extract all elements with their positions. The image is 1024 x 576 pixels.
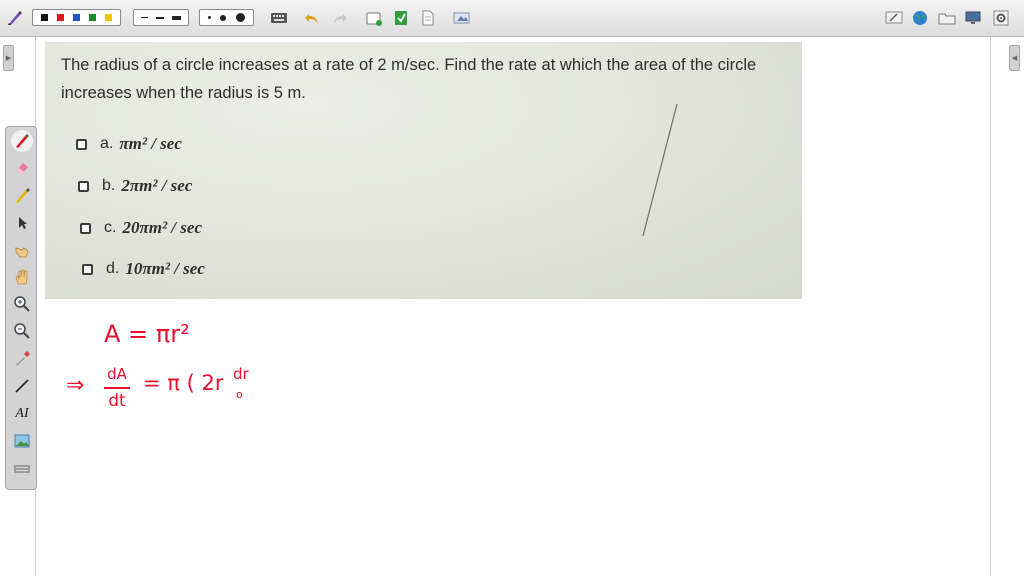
pen-mark-on-photo	[642, 103, 678, 237]
color-blue-swatch[interactable]	[72, 14, 80, 21]
zoom-in-icon[interactable]	[11, 293, 33, 315]
handwritten-rate-denominator: o	[236, 388, 243, 401]
line-style-selector[interactable]	[133, 9, 189, 26]
color-yellow-swatch[interactable]	[105, 14, 113, 21]
folder-icon[interactable]	[937, 8, 957, 28]
handwritten-rhs: = π ( 2r	[143, 371, 224, 395]
small-dot-icon[interactable]	[207, 16, 211, 19]
handwritten-derivative-denominator: dt	[108, 391, 126, 411]
highlighter-icon[interactable]	[11, 184, 33, 206]
settings-icon[interactable]	[991, 8, 1011, 28]
option-a-value: πm² / sec	[119, 134, 182, 153]
color-palette[interactable]	[32, 9, 121, 26]
option-a-checkbox[interactable]	[76, 138, 87, 150]
option-d-checkbox[interactable]	[82, 263, 93, 275]
medium-line-icon[interactable]	[156, 16, 164, 19]
hand-pointer-icon[interactable]	[11, 239, 33, 261]
toolbar	[0, 0, 1024, 37]
redo-icon[interactable]	[330, 8, 350, 28]
option-c[interactable]: c. 20πm² / sec	[80, 218, 202, 238]
option-c-value: 20πm² / sec	[122, 218, 202, 237]
option-c-label: c.	[104, 219, 117, 236]
option-b-checkbox[interactable]	[78, 180, 89, 192]
pen-tool-icon[interactable]	[11, 130, 33, 152]
dot-size-selector[interactable]	[199, 9, 254, 26]
handwritten-implies-arrow: ⇒	[66, 373, 85, 398]
globe-icon[interactable]	[910, 8, 930, 28]
option-d[interactable]: d. 10πm² / sec	[82, 259, 205, 279]
undo-icon[interactable]	[302, 8, 322, 28]
text-tool-icon[interactable]: AI	[11, 403, 33, 425]
image-tool-icon[interactable]	[11, 430, 33, 452]
large-dot-icon[interactable]	[236, 13, 246, 22]
option-a-label: a.	[100, 135, 114, 152]
new-page-icon[interactable]	[364, 8, 384, 28]
option-a[interactable]: a. πm² / sec	[76, 134, 182, 154]
handwritten-derivative-numerator: dA	[107, 365, 127, 383]
eraser-icon[interactable]	[11, 157, 33, 179]
thick-line-icon[interactable]	[172, 15, 181, 20]
question-text: The radius of a circle increases at a ra…	[61, 56, 757, 102]
tool-sidebar: AI	[5, 126, 37, 490]
hand-icon[interactable]	[11, 266, 33, 288]
option-b[interactable]: b. 2πm² / sec	[78, 176, 192, 196]
color-black-swatch[interactable]	[40, 14, 48, 21]
handwritten-fraction-bar	[104, 387, 130, 389]
thin-line-icon[interactable]	[141, 17, 148, 18]
color-red-swatch[interactable]	[56, 14, 64, 21]
line-tool-icon[interactable]	[11, 375, 33, 397]
option-d-label: d.	[106, 260, 120, 277]
option-d-value: 10πm² / sec	[125, 259, 205, 278]
option-b-label: b.	[102, 177, 116, 194]
pen-tool-icon[interactable]	[5, 8, 25, 28]
question-photo: The radius of a circle increases at a ra…	[45, 42, 802, 299]
left-scroll-handle[interactable]: ▶	[3, 45, 14, 71]
right-scroll-handle[interactable]: ◀	[1009, 45, 1020, 71]
whiteboard-icon[interactable]	[884, 8, 904, 28]
medium-dot-icon[interactable]	[220, 14, 227, 21]
screenshot-icon[interactable]	[451, 8, 473, 28]
document-icon[interactable]	[418, 8, 438, 28]
option-b-value: 2πm² / sec	[121, 176, 193, 195]
keyboard-icon[interactable]	[269, 8, 289, 28]
keyboard-icon[interactable]	[11, 458, 33, 480]
color-green-swatch[interactable]	[89, 14, 97, 21]
right-rail	[990, 37, 991, 576]
zoom-out-icon[interactable]	[11, 320, 33, 342]
monitor-icon[interactable]	[963, 8, 983, 28]
pointer-icon[interactable]	[11, 212, 33, 234]
eyedropper-icon[interactable]	[11, 348, 33, 370]
option-c-checkbox[interactable]	[80, 222, 91, 234]
handwritten-rate-numerator: dr	[233, 365, 249, 383]
handwritten-area-formula: A = πr²	[104, 320, 190, 348]
save-icon[interactable]	[391, 8, 411, 28]
